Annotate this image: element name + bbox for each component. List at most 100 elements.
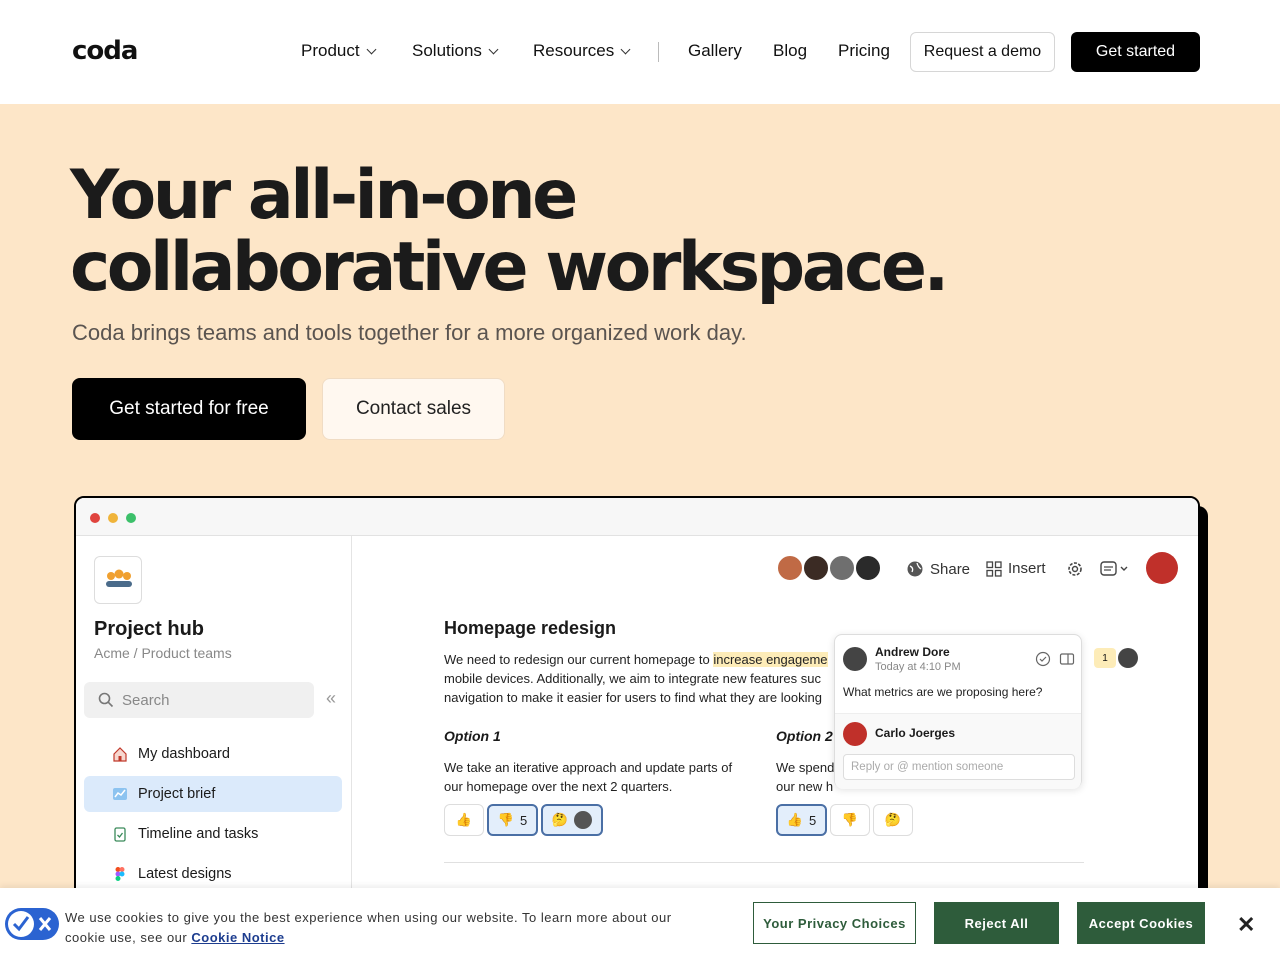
reply-input[interactable]: Reply or @ mention someone	[843, 754, 1075, 780]
avatar	[843, 722, 867, 746]
avatar[interactable]	[802, 554, 830, 582]
cookie-message: We use cookies to give you the best expe…	[65, 908, 715, 948]
option1-title: Option 1	[444, 728, 501, 744]
option2-line1: We spend	[776, 760, 835, 775]
sidebar-item-project-brief[interactable]: Project brief	[84, 776, 342, 812]
nav-gallery-link[interactable]: Gallery	[688, 41, 742, 61]
doc-paragraph: We need to redesign our current homepage…	[444, 650, 844, 707]
share-button[interactable]: Share	[906, 560, 970, 578]
thumbs-down-icon: 👎	[841, 812, 859, 827]
reject-all-button[interactable]: Reject All	[934, 902, 1059, 944]
coda-logo[interactable]: coda	[72, 36, 138, 66]
reply-area: Carlo Joerges Reply or @ mention someone	[835, 713, 1081, 789]
comment-popover: Andrew Dore Today at 4:10 PM What metric…	[834, 634, 1082, 789]
thumbs-up-reaction[interactable]: 👍 5	[776, 804, 827, 836]
get-started-button[interactable]: Get started	[1071, 32, 1200, 72]
share-label: Share	[930, 560, 971, 578]
option1-text: We take an iterative approach and update…	[444, 760, 733, 794]
search-icon	[98, 692, 114, 708]
nav-product-menu[interactable]: Product	[301, 41, 377, 61]
sidebar-item-my-dashboard[interactable]: My dashboard	[84, 736, 342, 772]
open-panel-icon[interactable]	[1059, 651, 1075, 667]
hero-title: Your all-in-one collaborative workspace.	[70, 156, 949, 307]
team-icon	[94, 556, 142, 604]
collapse-sidebar-icon[interactable]: «	[326, 688, 336, 709]
chevron-down-icon	[620, 44, 631, 54]
maximize-dot-icon	[126, 513, 136, 523]
option2-title: Option 2	[776, 728, 833, 744]
insert-label: Insert	[1008, 560, 1046, 577]
chevron-down-icon	[488, 44, 499, 54]
thumbs-up-icon: 👍	[786, 812, 803, 827]
sidebar-item-label: Project brief	[138, 786, 216, 802]
accept-cookies-button[interactable]: Accept Cookies	[1077, 902, 1205, 944]
divider	[444, 862, 1084, 863]
insert-button[interactable]: Insert	[986, 560, 1046, 577]
privacy-choices-logo-icon[interactable]	[5, 908, 59, 940]
resolve-check-icon[interactable]	[1035, 651, 1051, 667]
privacy-choices-button[interactable]: Your Privacy Choices	[753, 902, 916, 944]
nav-solutions-menu[interactable]: Solutions	[412, 41, 499, 61]
avatar[interactable]	[828, 554, 856, 582]
thumbs-down-icon: 👎	[497, 812, 514, 827]
hero-title-line1: Your all-in-one	[70, 156, 578, 235]
thinking-face-icon: 🤔	[551, 812, 569, 827]
avatar[interactable]	[854, 554, 882, 582]
comment-text: What metrics are we proposing here?	[843, 685, 1043, 699]
thumbs-up-reaction[interactable]: 👍	[444, 804, 484, 836]
para-line2: mobile devices. Additionally, we aim to …	[444, 671, 821, 686]
thumbs-down-reaction[interactable]: 👎 5	[487, 804, 538, 836]
comment-author: Andrew Dore	[875, 645, 950, 659]
thumbs-down-reaction[interactable]: 👎	[830, 804, 870, 836]
para-line3: navigation to make it easier for users t…	[444, 690, 822, 705]
sidebar-item-label: Timeline and tasks	[138, 826, 259, 842]
comments-menu-icon[interactable]	[1100, 560, 1130, 578]
avatar	[574, 811, 593, 829]
sidebar-search-input[interactable]: Search	[84, 682, 314, 718]
thinking-face-icon: 🤔	[884, 812, 902, 827]
nav-blog-link[interactable]: Blog	[773, 41, 807, 61]
avatar	[1118, 648, 1138, 668]
avatar[interactable]	[776, 554, 804, 582]
sidebar-item-latest-designs[interactable]: Latest designs	[84, 856, 342, 892]
doc-title: Homepage redesign	[444, 618, 617, 638]
chart-icon	[112, 786, 128, 802]
reaction-count: 5	[808, 812, 817, 828]
cookie-notice-link[interactable]: Cookie Notice	[191, 930, 284, 945]
nav-resources-label: Resources	[533, 41, 615, 60]
top-nav: coda Product Solutions Resources Gallery…	[0, 0, 1280, 104]
option2-text: We spend our new h	[776, 758, 836, 796]
nav-pricing-link[interactable]: Pricing	[838, 41, 890, 61]
search-placeholder: Search	[122, 691, 170, 709]
thinking-reaction[interactable]: 🤔	[541, 804, 603, 836]
contact-sales-button[interactable]: Contact sales	[322, 378, 505, 440]
chevron-down-icon	[366, 44, 377, 54]
get-started-free-button[interactable]: Get started for free	[72, 378, 306, 440]
cookie-banner: We use cookies to give you the best expe…	[0, 888, 1280, 960]
figma-icon	[112, 866, 128, 882]
highlighted-text[interactable]: increase engageme	[713, 652, 828, 667]
close-icon[interactable]: ✕	[1237, 912, 1255, 938]
reaction-count: 5	[519, 812, 528, 828]
house-icon	[112, 746, 128, 762]
hero-subtitle: Coda brings teams and tools together for…	[72, 320, 747, 345]
thinking-reaction[interactable]: 🤔	[873, 804, 913, 836]
hero-title-line2: collaborative workspace.	[70, 228, 949, 307]
nav-resources-menu[interactable]: Resources	[533, 41, 631, 61]
grid-icon	[986, 560, 1002, 577]
para-line1: We need to redesign our current homepage…	[444, 652, 714, 667]
close-dot-icon	[90, 513, 100, 523]
nav-solutions-label: Solutions	[412, 41, 482, 60]
breadcrumb[interactable]: Acme / Product teams	[94, 645, 232, 661]
nav-product-label: Product	[301, 41, 360, 60]
request-demo-button[interactable]: Request a demo	[910, 32, 1055, 72]
user-avatar[interactable]	[1146, 552, 1178, 584]
globe-icon	[907, 561, 923, 577]
sidebar-item-timeline-and-tasks[interactable]: Timeline and tasks	[84, 816, 342, 852]
avatar	[843, 647, 867, 671]
comment-count-badge[interactable]: 1	[1094, 648, 1116, 668]
gear-icon[interactable]	[1066, 560, 1084, 578]
cookie-message-text: We use cookies to give you the best expe…	[65, 910, 672, 945]
sidebar-item-label: Latest designs	[138, 866, 232, 882]
project-hub-title: Project hub	[94, 618, 205, 640]
